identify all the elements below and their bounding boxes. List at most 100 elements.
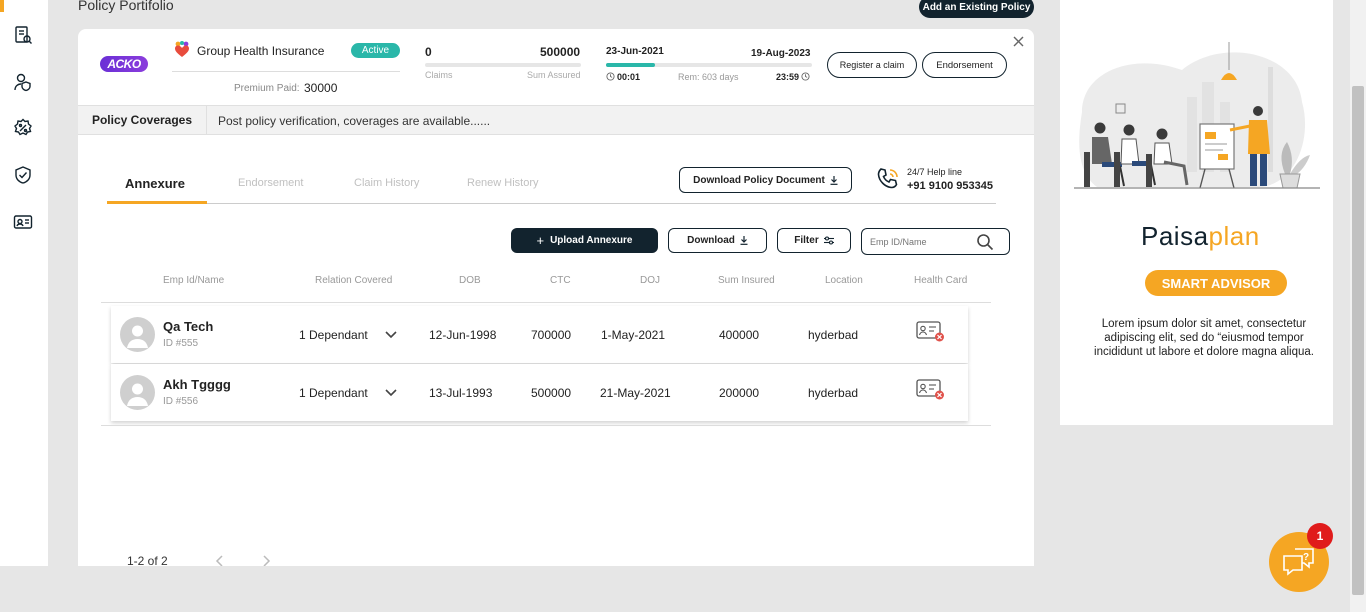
smart-advisor-badge: SMART ADVISOR [1145, 270, 1287, 296]
sidebar [0, 0, 48, 566]
claims-label: Claims [425, 70, 453, 80]
user-icon [127, 325, 148, 348]
endorsement-button[interactable]: Endorsement [922, 52, 1007, 78]
column-header-relation: Relation Covered [315, 275, 393, 286]
discount-icon [14, 118, 32, 136]
claims-progress-bar [425, 63, 581, 67]
page-scrollbar[interactable] [1350, 0, 1366, 612]
end-date: 19-Aug-2023 [751, 48, 811, 59]
ctc: 700000 [531, 328, 572, 342]
table-bottom-divider [101, 425, 991, 426]
download-policy-document-button[interactable]: Download Policy Document [679, 167, 852, 193]
policy-name: Group Health Insurance [197, 44, 325, 58]
doj: 21-May-2021 [600, 386, 671, 400]
filter-label: Filter [794, 235, 819, 246]
sum-assured-label: Sum Assured [527, 70, 581, 80]
end-time: 23:59 [776, 72, 800, 82]
tab-active-underline [107, 201, 207, 204]
sidebar-item-discount[interactable] [12, 117, 34, 139]
clock-icon [606, 72, 615, 81]
filter-sliders-icon [823, 236, 834, 245]
search-input[interactable] [870, 234, 970, 250]
chevron-down-icon[interactable] [385, 389, 397, 397]
svg-text:?: ? [1303, 552, 1309, 563]
start-time: 00:01 [617, 72, 641, 82]
column-header-health-card: Health Card [914, 275, 968, 286]
table-header-divider [101, 302, 991, 303]
sidebar-item-id-card[interactable] [12, 211, 34, 233]
brand-name-part1: Paisa [1141, 221, 1209, 251]
upload-annexure-label: Upload Annexure [550, 235, 633, 246]
chevron-left-icon[interactable] [215, 555, 223, 566]
coverage-message: Post policy verification, coverages are … [218, 114, 491, 128]
column-header-ctc: CTC [550, 275, 571, 286]
shield-check-icon [15, 166, 31, 184]
remaining-days: Rem: 603 days [678, 72, 739, 82]
clock-icon [801, 72, 810, 81]
user-icon [127, 383, 148, 406]
id-card-icon [13, 215, 33, 229]
register-claim-button[interactable]: Register a claim [827, 52, 917, 78]
column-header-emp: Emp Id/Name [163, 275, 225, 286]
divider [172, 71, 400, 72]
table-row: Akh Tgggg ID #556 1 Dependant 13-Jul-199… [111, 364, 968, 421]
advisor-ad-panel: Paisaplan SMART ADVISOR Lorem ipsum dolo… [1060, 0, 1333, 425]
policy-card: ACKO Group Health Insurance Active Premi… [78, 29, 1034, 566]
download-button[interactable]: Download [668, 228, 767, 253]
heart-people-icon [175, 41, 189, 57]
chat-bubbles-icon: ? [1283, 548, 1314, 576]
insurer-logo: ACKO [100, 56, 148, 72]
location: hyderbad [808, 386, 859, 400]
tab-endorsement[interactable]: Endorsement [238, 177, 303, 189]
insurer-logo-text: ACKO [107, 57, 141, 71]
status-badge: Active [351, 43, 400, 58]
plus-icon: + [536, 233, 545, 248]
close-icon[interactable] [1013, 36, 1024, 47]
tab-renew-history[interactable]: Renew History [467, 177, 539, 189]
column-header-sum-insured: Sum Insured [718, 275, 775, 286]
dob: 13-Jul-1993 [429, 386, 493, 400]
page-title: Policy Portifolio [78, 0, 174, 13]
policy-term-fill [606, 63, 656, 67]
employee-id: ID #556 [163, 396, 199, 407]
tab-claim-history[interactable]: Claim History [354, 177, 419, 189]
add-existing-policy-button[interactable]: Add an Existing Policy [919, 0, 1034, 18]
claims-value: 0 [425, 45, 432, 59]
employee-name: Akh Tgggg [163, 377, 231, 392]
filter-button[interactable]: Filter [777, 228, 851, 253]
employee-name: Qa Tech [163, 319, 214, 334]
location: hyderbad [808, 328, 859, 342]
download-policy-document-label: Download Policy Document [693, 174, 825, 186]
notification-badge: 1 [1307, 523, 1333, 549]
column-header-doj: DOJ [640, 275, 660, 286]
tab-annexure[interactable]: Annexure [125, 176, 185, 191]
sidebar-item-policies[interactable] [12, 24, 34, 46]
sidebar-item-user-shield[interactable] [12, 71, 34, 93]
brand-logo: Paisaplan [1141, 221, 1260, 252]
table-row: Qa Tech ID #555 1 Dependant 12-Jun-1998 … [111, 306, 968, 363]
policies-icon [15, 26, 32, 44]
sum-insured: 400000 [719, 328, 760, 342]
column-header-location: Location [825, 275, 863, 286]
sidebar-item-shield-check[interactable] [12, 164, 34, 186]
download-label: Download [687, 235, 735, 246]
helpline-number: +91 9100 953345 [907, 180, 993, 192]
health-card-icon[interactable] [916, 321, 945, 342]
relation-covered: 1 Dependant [299, 328, 368, 342]
avatar [120, 317, 155, 352]
scrollbar-thumb[interactable] [1352, 86, 1364, 595]
policy-term-bar [606, 63, 812, 67]
relation-covered: 1 Dependant [299, 386, 368, 400]
download-icon [830, 175, 838, 185]
chevron-right-icon[interactable] [263, 555, 271, 566]
chat-button[interactable]: ? 1 [1269, 523, 1333, 592]
upload-annexure-button[interactable]: + Upload Annexure [511, 228, 658, 253]
chevron-down-icon[interactable] [385, 331, 397, 339]
health-card-icon[interactable] [916, 379, 945, 400]
brand-name-part2: plan [1208, 221, 1260, 251]
search-icon[interactable] [976, 233, 994, 251]
employee-id: ID #555 [163, 338, 199, 349]
sidebar-active-indicator [0, 0, 4, 12]
ad-description: Lorem ipsum dolor sit amet, consectetur … [1094, 318, 1314, 358]
user-shield-icon [14, 73, 31, 92]
